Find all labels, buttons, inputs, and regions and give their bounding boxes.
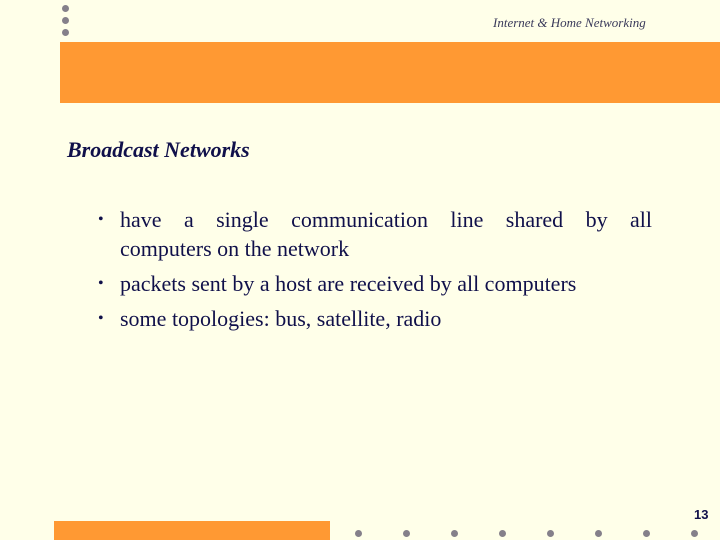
bullet-item: • packets sent by a host are received by… xyxy=(98,269,652,298)
slide-title: Broadcast Networks xyxy=(67,137,250,162)
page-number: 13 xyxy=(694,507,709,522)
decorative-dot-icon xyxy=(595,530,602,537)
decorative-dot-icon xyxy=(499,530,506,537)
bullet-item: • have a single communication line share… xyxy=(98,205,652,263)
decorative-dot-icon xyxy=(403,530,410,537)
bullet-text: some topologies: bus, satellite, radio xyxy=(120,306,442,331)
decorative-dot-icon xyxy=(62,5,69,12)
bullet-list: • have a single communication line share… xyxy=(98,205,652,339)
bullet-icon: • xyxy=(98,211,104,228)
decorative-dot-icon xyxy=(451,530,458,537)
bullet-item: • some topologies: bus, satellite, radio xyxy=(98,304,652,333)
footer-accent-bar xyxy=(54,521,330,540)
bullet-text-line: have a single communication line shared … xyxy=(120,207,652,232)
presentation-header-title: Internet & Home Networking xyxy=(493,15,646,30)
decorative-dot-icon xyxy=(62,17,69,24)
decorative-dot-icon xyxy=(547,530,554,537)
decorative-dot-icon xyxy=(62,29,69,36)
bullet-text: packets sent by a host are received by a… xyxy=(120,271,577,296)
decorative-dot-icon xyxy=(355,530,362,537)
bullet-icon: • xyxy=(98,310,104,327)
bullet-icon: • xyxy=(98,275,104,292)
header-accent-bar xyxy=(60,42,720,103)
bullet-text-line: computers on the network xyxy=(120,236,350,261)
decorative-dot-icon xyxy=(643,530,650,537)
decorative-dot-icon xyxy=(691,530,698,537)
